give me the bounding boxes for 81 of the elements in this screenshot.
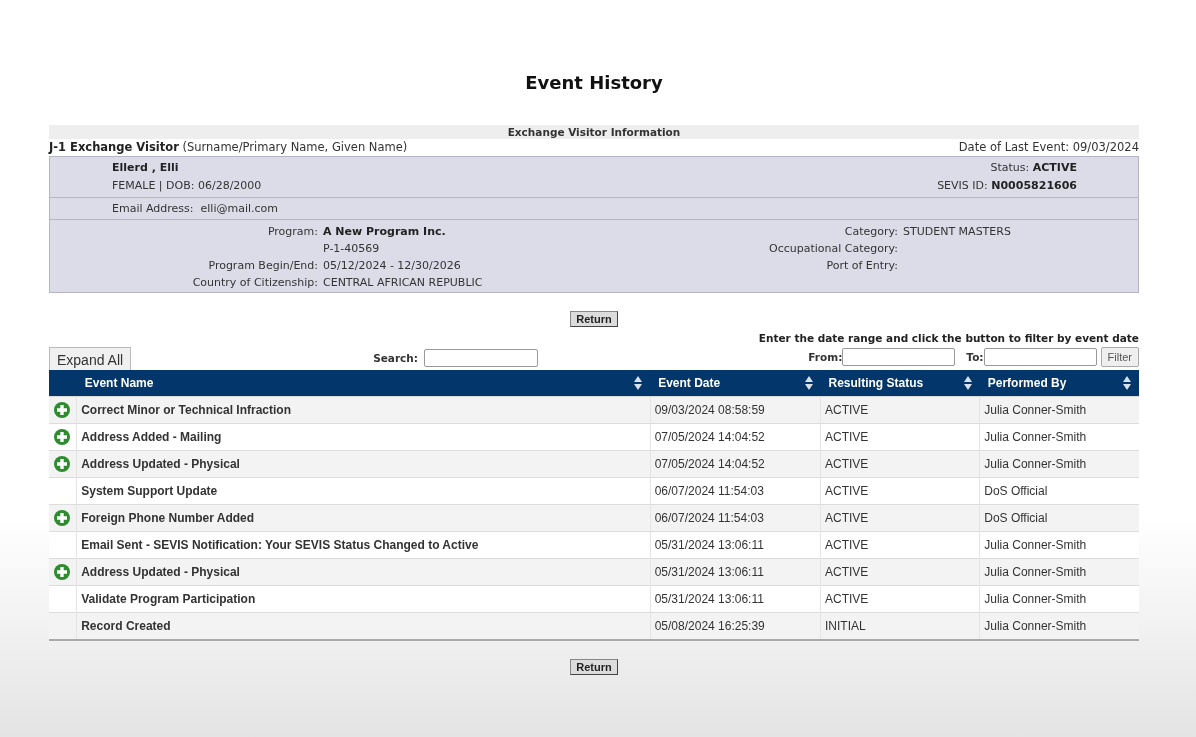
table-cell: Foreign Phone Number Added bbox=[76, 504, 651, 532]
table-cell: 05/31/2024 13:06:11 bbox=[650, 531, 821, 559]
table-cell: Julia Conner-Smith bbox=[979, 558, 1139, 586]
table-cell: Address Updated - Physical bbox=[76, 450, 651, 478]
filter-button[interactable]: Filter bbox=[1100, 347, 1139, 367]
expand-icon[interactable] bbox=[54, 402, 70, 418]
field-label: Occupational Category: bbox=[768, 241, 898, 257]
column-header[interactable]: Event Name bbox=[76, 370, 651, 397]
return-button[interactable]: Return bbox=[570, 659, 618, 675]
expand-icon[interactable] bbox=[54, 429, 70, 445]
status-text: Status: ACTIVE bbox=[989, 160, 1077, 176]
section-heading: Exchange Visitor Information bbox=[49, 125, 1139, 139]
table-cell: Julia Conner-Smith bbox=[979, 585, 1139, 613]
table-cell: Email Sent - SEVIS Notification: Your SEVIS Status Changed to Active bbox=[76, 531, 651, 559]
from-date-field[interactable] bbox=[842, 348, 956, 366]
table-cell: Julia Conner-Smith bbox=[979, 531, 1139, 559]
expand-icon[interactable] bbox=[54, 510, 70, 526]
table-cell: 05/31/2024 13:06:11 bbox=[650, 558, 821, 586]
table-cell: System Support Update bbox=[76, 477, 651, 505]
table-cell: Julia Conner-Smith bbox=[979, 612, 1139, 640]
table-cell: Validate Program Participation bbox=[76, 585, 651, 613]
table-cell: DoS Official bbox=[979, 504, 1139, 532]
column-header[interactable]: Resulting Status bbox=[820, 370, 980, 397]
table-cell: 07/05/2024 14:04:52 bbox=[650, 450, 821, 478]
table-cell: ACTIVE bbox=[820, 477, 980, 505]
field-label: Program: bbox=[266, 224, 318, 240]
field-label: Port of Entry: bbox=[825, 258, 898, 274]
sort-icon[interactable] bbox=[634, 376, 643, 390]
table-cell: ACTIVE bbox=[820, 423, 980, 451]
gender-dob: FEMALE | DOB: 06/28/2000 bbox=[112, 178, 262, 194]
field-value: A New Program Inc. bbox=[323, 224, 447, 240]
table-cell: ACTIVE bbox=[820, 558, 980, 586]
table-cell: ACTIVE bbox=[820, 585, 980, 613]
table-cell: ACTIVE bbox=[820, 396, 980, 424]
visitor-type-label: J-1 Exchange Visitor (Surname/Primary Name, Given Name) bbox=[49, 140, 408, 154]
table-cell: DoS Official bbox=[979, 477, 1139, 505]
sort-icon[interactable] bbox=[804, 376, 813, 390]
expand-all-button[interactable]: Expand All bbox=[49, 347, 132, 370]
expand-icon[interactable] bbox=[54, 456, 70, 472]
table-cell: ACTIVE bbox=[820, 504, 980, 532]
table-cell: ACTIVE bbox=[820, 531, 980, 559]
table-cell: 09/03/2024 08:58:59 bbox=[650, 396, 821, 424]
table-cell: Julia Conner-Smith bbox=[979, 396, 1139, 424]
field-label: Program Begin/End: bbox=[207, 258, 318, 274]
table-cell: 06/07/2024 11:54:03 bbox=[650, 504, 821, 532]
filter-instructions: Enter the date range and click the button to filter by event date bbox=[758, 332, 1139, 344]
table-cell: ACTIVE bbox=[820, 450, 980, 478]
sevis-id: SEVIS ID: N0005821606 bbox=[937, 178, 1077, 194]
return-button[interactable]: Return bbox=[570, 311, 618, 327]
sort-icon[interactable] bbox=[1123, 376, 1131, 390]
sort-icon[interactable] bbox=[963, 376, 972, 390]
table-cell: 07/05/2024 14:04:52 bbox=[650, 423, 821, 451]
table-cell: 05/08/2024 16:25:39 bbox=[650, 612, 821, 640]
table-cell: Correct Minor or Technical Infraction bbox=[76, 396, 651, 424]
to-label: To: bbox=[966, 351, 984, 363]
table-cell: Address Updated - Physical bbox=[76, 558, 651, 586]
table-cell: 05/31/2024 13:06:11 bbox=[650, 585, 821, 613]
field-value: CENTRAL AFRICAN REPUBLIC bbox=[323, 275, 484, 291]
visitor-name: Ellerd , Elli bbox=[112, 160, 180, 176]
field-label: Country of Citizenship: bbox=[191, 275, 318, 291]
table-cell: 06/07/2024 11:54:03 bbox=[650, 477, 821, 505]
field-label: Category: bbox=[843, 224, 898, 240]
search-field[interactable] bbox=[424, 349, 539, 367]
email-address: Email Address: elli@mail.com bbox=[112, 202, 278, 215]
table-cell: Address Added - Mailing bbox=[76, 423, 651, 451]
table-cell: Julia Conner-Smith bbox=[979, 423, 1139, 451]
column-header[interactable]: Event Date bbox=[650, 370, 821, 397]
field-value: P-1-40569 bbox=[323, 241, 381, 257]
search-label: Search: bbox=[373, 352, 419, 364]
field-value: 05/12/2024 - 12/30/2026 bbox=[323, 258, 462, 274]
table-cell: Julia Conner-Smith bbox=[979, 450, 1139, 478]
last-event-date: Date of Last Event: 09/03/2024 bbox=[958, 140, 1139, 154]
table-cell: Record Created bbox=[76, 612, 651, 640]
page-title: Event History bbox=[524, 72, 664, 93]
column-header[interactable]: Performed By bbox=[979, 370, 1139, 397]
header-cell bbox=[49, 370, 77, 397]
expand-icon[interactable] bbox=[54, 564, 70, 580]
from-label: From: bbox=[808, 351, 843, 363]
table-cell: INITIAL bbox=[820, 612, 980, 640]
to-date-field[interactable] bbox=[983, 348, 1097, 366]
field-value: STUDENT MASTERS bbox=[903, 224, 1011, 240]
